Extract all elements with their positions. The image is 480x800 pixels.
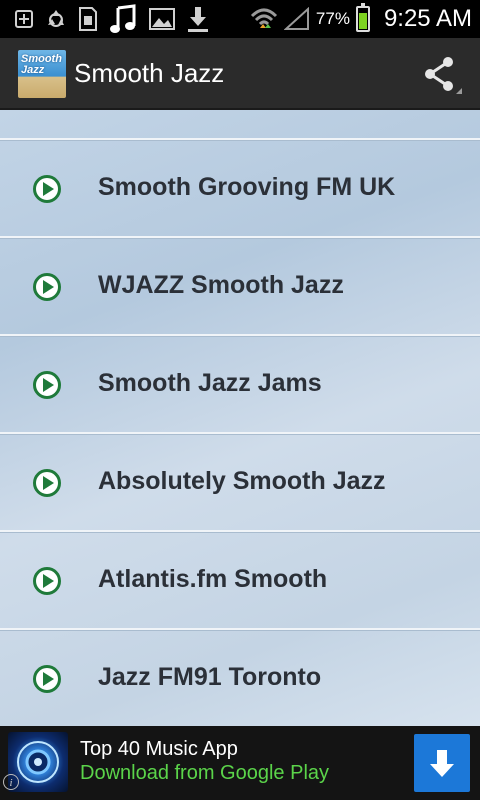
station-row[interactable]: Absolutely Smooth Jazz [0,434,480,530]
play-icon [33,175,61,203]
play-icon [33,665,61,693]
ad-subtitle[interactable]: Download from Google Play [80,762,329,785]
station-label: Smooth Jazz Jams [98,369,322,397]
download-icon [188,7,208,32]
ad-title[interactable]: Top 40 Music App [80,738,238,761]
ad-info-icon[interactable]: i [3,774,19,790]
station-label: Jazz FM91 Toronto [98,663,322,691]
download-button[interactable] [414,734,470,792]
app-icon[interactable]: Smooth Jazz [18,50,66,98]
share-icon[interactable] [418,52,462,96]
status-bar: 77% 9:25 AM [0,0,480,38]
station-row[interactable]: Smooth Jazz Jams [0,336,480,432]
clock: 9:25 AM [383,5,472,32]
notification-icons [14,4,210,34]
station-row[interactable]: Smooth Grooving FM UK [0,140,480,236]
app-icon-text: Smooth Jazz [21,53,62,76]
signal-icon [283,7,309,30]
music-note-icon [110,4,136,33]
recycle-icon [48,10,64,27]
play-icon [33,371,61,399]
image-icon [149,8,175,30]
station-row[interactable]: Atlantis.fm Smooth [0,532,480,628]
station-label: WJAZZ Smooth Jazz [98,271,344,299]
play-icon [33,567,61,595]
play-icon [33,469,61,497]
station-label: Absolutely Smooth Jazz [98,467,386,495]
wifi-icon [250,8,277,28]
battery-percent: 77% [315,9,350,28]
ad-banner[interactable]: Top 40 Music App Download from Google Pl… [0,726,480,800]
station-row[interactable]: Jazz FM91 Toronto [0,630,480,726]
app-title: Smooth Jazz [74,58,225,88]
play-icon [33,273,61,301]
station-list: Smooth Grooving FM UK WJAZZ Smooth Jazz … [0,110,480,726]
download-arrow-icon [430,750,454,777]
station-label: Atlantis.fm Smooth [98,565,328,593]
sd-card-icon [79,7,97,31]
battery-icon [355,3,370,32]
system-icons: 77% 9:25 AM [250,3,472,34]
station-row[interactable]: WJAZZ Smooth Jazz [0,238,480,334]
station-label: Smooth Grooving FM UK [98,173,396,201]
add-icon [15,10,33,28]
action-bar: Smooth Jazz Smooth Jazz [0,38,480,110]
